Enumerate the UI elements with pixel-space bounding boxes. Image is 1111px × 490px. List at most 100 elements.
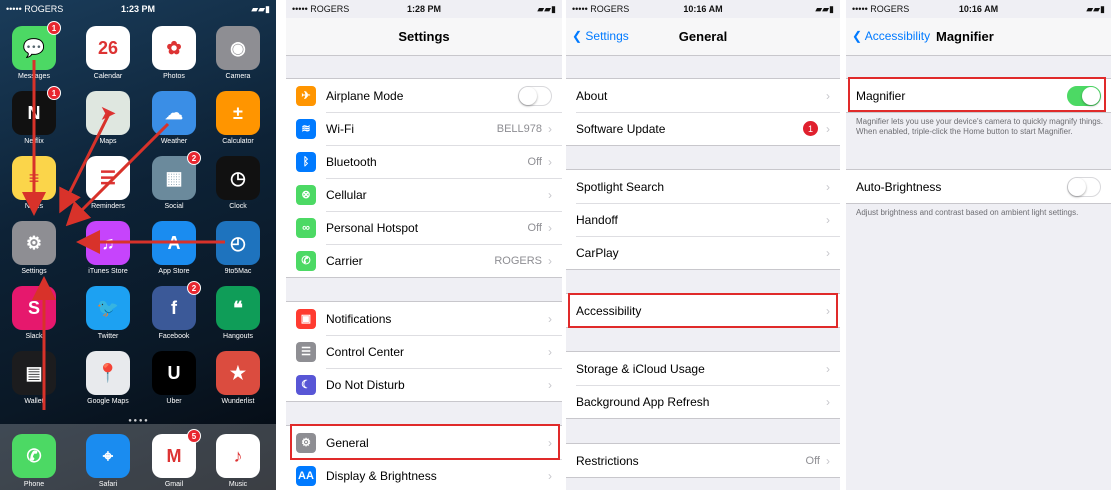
chevron-right-icon: › [826, 394, 830, 409]
chevron-right-icon: › [548, 220, 552, 235]
general-row-handoff[interactable]: Handoff › [566, 203, 840, 236]
general-row-spotlight-search[interactable]: Spotlight Search › [566, 170, 840, 203]
settings-row-cellular[interactable]: ⊗ Cellular › [286, 178, 562, 211]
row-label: Airplane Mode [326, 88, 404, 103]
toggle-knob [1068, 177, 1086, 196]
carrier-text: ••••• ROGERS [852, 4, 910, 14]
auto-brightness-group: Auto-Brightness [846, 169, 1111, 204]
row-label: About [576, 88, 608, 103]
back-label: Accessibility [864, 29, 931, 43]
chevron-right-icon: › [826, 121, 830, 136]
chevron-right-icon: › [826, 212, 830, 227]
notifications-icon: ▣ [296, 308, 316, 329]
carrier-text: ••••• ROGERS [572, 4, 630, 14]
general-row-storage-icloud-usage[interactable]: Storage & iCloud Usage › [566, 352, 840, 385]
toggle-switch[interactable] [518, 85, 552, 106]
battery-icon: ▰▰▮ [537, 3, 556, 14]
settings-row-airplane-mode[interactable]: ✈ Airplane Mode [286, 79, 562, 112]
page-title: General [678, 29, 728, 44]
row-detail: Off [527, 221, 542, 234]
chevron-right-icon: › [548, 344, 552, 359]
highlight-accessibility [568, 293, 838, 328]
settings-row-control-center[interactable]: ☰ Control Center › [286, 335, 562, 368]
page-title: Magnifier [936, 29, 994, 44]
carrier-icon: ✆ [296, 250, 316, 271]
settings-row-display-brightness[interactable]: AA Display & Brightness › [286, 459, 562, 490]
chevron-right-icon: › [826, 179, 830, 194]
highlight-general [290, 424, 560, 460]
row-detail: ROGERS [494, 254, 542, 267]
general-row-about[interactable]: About › [566, 79, 840, 112]
row-label: Bluetooth [326, 154, 377, 169]
row-label: Restrictions [576, 453, 639, 468]
auto-brightness-toggle[interactable] [1067, 176, 1101, 197]
status-bar: ••••• ROGERS 10:16 AM ▰▰▮ [566, 0, 840, 18]
row-detail: BELL978 [496, 122, 542, 135]
row-label: Handoff [576, 212, 618, 227]
row-label: Spotlight Search [576, 179, 665, 194]
chevron-right-icon: › [548, 154, 552, 169]
nav-bar: Settings [286, 18, 562, 56]
row-label: Control Center [326, 344, 405, 359]
status-bar: ••••• ROGERS 10:16 AM ▰▰▮ [846, 0, 1111, 18]
wifi-icon: ≋ [296, 118, 316, 139]
nav-bar: ❮ Settings General [566, 18, 840, 56]
chevron-right-icon: › [826, 361, 830, 376]
auto-brightness-label: Auto-Brightness [856, 179, 942, 194]
bluetooth-icon: ᛒ [296, 151, 316, 172]
chevron-right-icon: › [548, 187, 552, 202]
hotspot-icon: ∞ [296, 217, 316, 238]
row-label: Cellular [326, 187, 367, 202]
row-label: Carrier [326, 253, 363, 268]
chevron-right-icon: › [826, 453, 830, 468]
general-screen: ••••• ROGERS 10:16 AM ▰▰▮ ❮ Settings Gen… [566, 0, 840, 490]
carrier-text: ••••• ROGERS [292, 4, 350, 14]
general-row-carplay[interactable]: CarPlay › [566, 236, 840, 269]
row-label: Notifications [326, 311, 392, 326]
toggle-knob [519, 86, 537, 105]
row-label: CarPlay [576, 245, 619, 260]
highlight-magnifier [848, 77, 1106, 112]
status-bar: ••••• ROGERS 1:28 PM ▰▰▮ [286, 0, 562, 18]
home-screen: ••••• ROGERS 1:23 PM ▰▰▮ 💬1Messages26Cal… [0, 0, 276, 490]
chevron-right-icon: › [548, 377, 552, 392]
general-group-about: About › Software Update 1 › [566, 78, 840, 146]
general-row-restrictions[interactable]: Restrictions Off › [566, 444, 840, 477]
general-row-background-app-refresh[interactable]: Background App Refresh › [566, 385, 840, 418]
row-label: Wi-Fi [326, 121, 354, 136]
clock-time: 10:16 AM [958, 4, 999, 14]
general-row-software-update[interactable]: Software Update 1 › [566, 112, 840, 145]
back-button[interactable]: ❮ Accessibility [852, 29, 930, 43]
auto-brightness-description: Adjust brightness and contrast based on … [856, 208, 1079, 217]
clock-time: 1:28 PM [406, 4, 441, 14]
settings-group-connectivity: ✈ Airplane Mode ≋ Wi-Fi BELL978 › ᛒ Bluetooth Of… [286, 78, 562, 278]
settings-row-carrier[interactable]: ✆ Carrier ROGERS › [286, 244, 562, 277]
general-group-search: Spotlight Search › Handoff › CarPlay › [566, 169, 840, 270]
settings-row-wi-fi[interactable]: ≋ Wi-Fi BELL978 › [286, 112, 562, 145]
instruction-arrows [22, 60, 225, 410]
magnifier-screen: ••••• ROGERS 10:16 AM ▰▰▮ ❮ Accessibilit… [846, 0, 1111, 490]
settings-row-notifications[interactable]: ▣ Notifications › [286, 302, 562, 335]
general-group-storage: Storage & iCloud Usage › Background App Re… [566, 351, 840, 419]
settings-screen: ••••• ROGERS 1:28 PM ▰▰▮ Settings ✈ Airpl… [286, 0, 562, 490]
display-brightness-icon: AA [296, 465, 316, 486]
control-center-icon: ☰ [296, 341, 316, 362]
chevron-right-icon: › [826, 88, 830, 103]
battery-icon: ▰▰▮ [815, 3, 834, 14]
settings-row-personal-hotspot[interactable]: ∞ Personal Hotspot Off › [286, 211, 562, 244]
chevron-right-icon: › [548, 253, 552, 268]
nav-bar: ❮ Accessibility Magnifier [846, 18, 1111, 56]
battery-icon: ▰▰▮ [1086, 3, 1105, 14]
arrow-maps-to-settings [59, 111, 112, 214]
settings-row-bluetooth[interactable]: ᛒ Bluetooth Off › [286, 145, 562, 178]
page-title: Settings [398, 29, 450, 44]
airplane-icon: ✈ [296, 85, 316, 106]
row-label: Software Update [576, 121, 666, 136]
auto-brightness-row[interactable]: Auto-Brightness [846, 170, 1111, 203]
row-label: Background App Refresh [576, 394, 710, 409]
row-label: Do Not Disturb [326, 377, 405, 392]
chevron-left-icon: ❮ [852, 29, 865, 43]
chevron-right-icon: › [548, 121, 552, 136]
arrow-weather-to-settings [65, 122, 170, 227]
settings-row-do-not-disturb[interactable]: ☾ Do Not Disturb › [286, 368, 562, 401]
